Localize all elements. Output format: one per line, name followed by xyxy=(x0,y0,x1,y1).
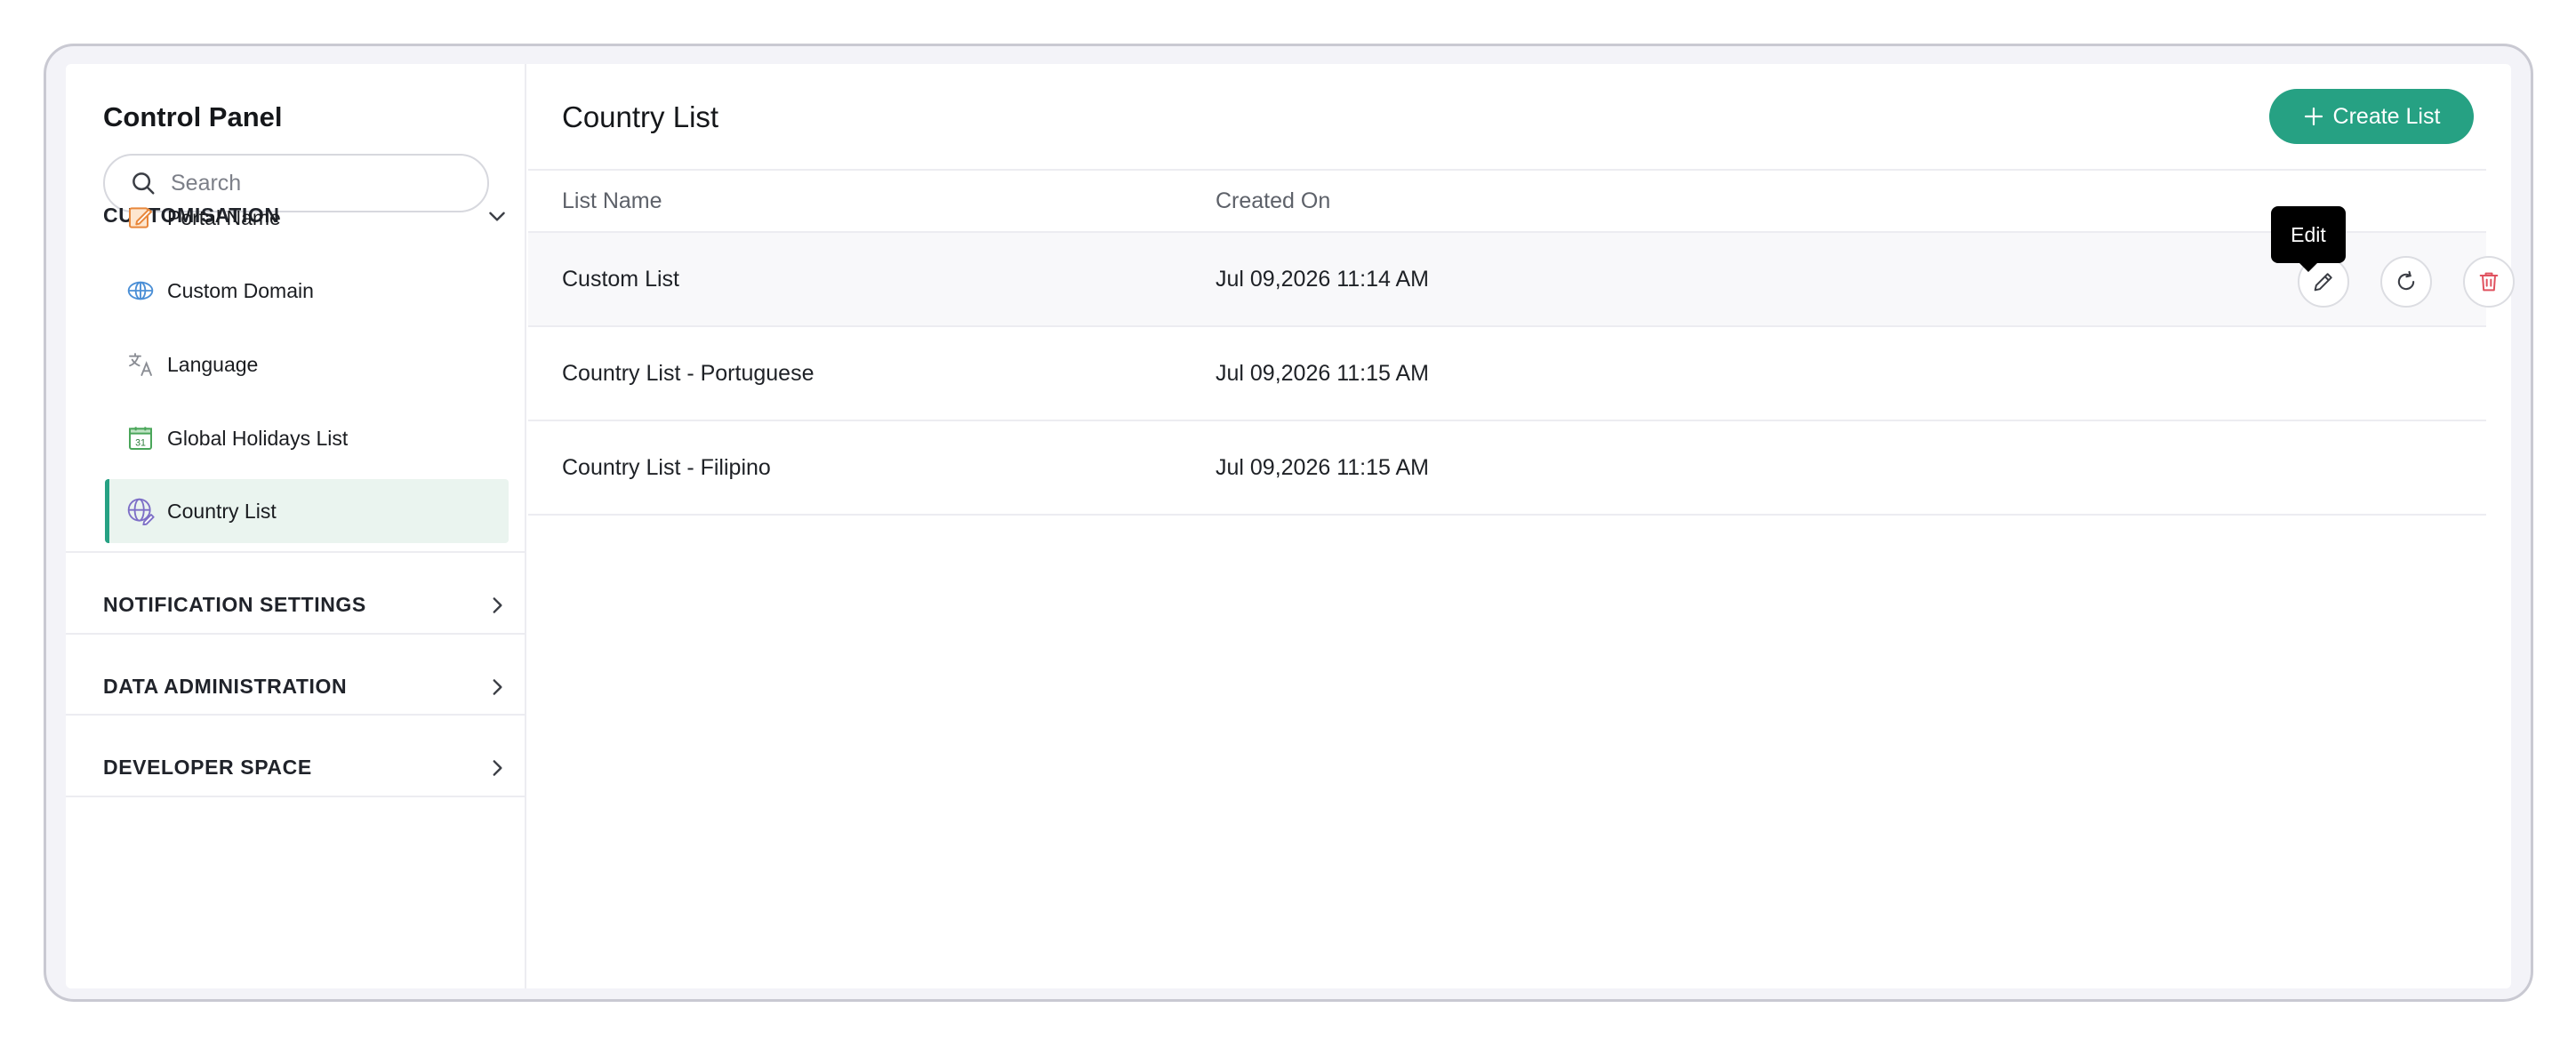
column-header-created-on: Created On xyxy=(1216,188,1331,213)
sidebar-divider xyxy=(66,633,525,635)
refresh-icon xyxy=(2397,270,2415,291)
edit-tooltip: Edit xyxy=(2271,206,2346,272)
sidebar-divider xyxy=(66,714,525,716)
sidebar-item-label: Language xyxy=(167,352,259,376)
table-row[interactable]: Custom List Jul 09,2026 11:14 AM xyxy=(528,233,2515,325)
globe-edit-icon xyxy=(126,497,155,525)
delete-button[interactable] xyxy=(2463,256,2515,308)
cell-list-name: Country List - Portuguese xyxy=(562,361,815,386)
section-label: NOTIFICATION SETTINGS xyxy=(103,593,366,616)
sidebar-divider xyxy=(66,796,525,797)
plus-icon xyxy=(2304,107,2323,126)
sidebar-divider xyxy=(66,551,525,553)
app-frame: Control Panel CUSTOMISATION Portal Name xyxy=(44,44,2533,1002)
column-header-list-name: List Name xyxy=(562,188,662,213)
cell-created-on: Jul 09,2026 11:14 AM xyxy=(1216,267,1429,292)
section-label: DEVELOPER SPACE xyxy=(103,756,312,779)
trash-icon xyxy=(2479,272,2499,292)
create-list-button[interactable]: Create List xyxy=(2269,89,2474,144)
sidebar-item-global-holidays-list[interactable]: 31 Global Holidays List xyxy=(105,406,509,470)
translate-icon xyxy=(126,350,155,379)
page-title: Country List xyxy=(562,100,719,133)
section-data-administration[interactable]: DATA ADMINISTRATION xyxy=(103,675,509,699)
row-divider xyxy=(528,514,2486,516)
table-row[interactable]: Country List - Filipino Jul 09,2026 11:1… xyxy=(528,421,2486,514)
pencil-icon xyxy=(2314,273,2332,292)
sidebar-item-label: Portal Name xyxy=(167,205,281,229)
sidebar-item-portal-name[interactable]: Portal Name xyxy=(105,186,509,250)
create-list-label: Create List xyxy=(2332,103,2441,129)
table-row[interactable]: Country List - Portuguese Jul 09,2026 11… xyxy=(528,327,2486,420)
main-content: Country List Create List List Name Creat… xyxy=(526,64,2515,988)
sidebar-item-label: Global Holidays List xyxy=(167,426,349,450)
section-label: DATA ADMINISTRATION xyxy=(103,675,348,698)
section-developer-space[interactable]: DEVELOPER SPACE xyxy=(103,756,509,780)
sidebar-title: Control Panel xyxy=(103,101,283,132)
sidebar-item-country-list[interactable]: Country List xyxy=(105,479,509,543)
calendar-badge: 31 xyxy=(135,438,146,449)
refresh-button[interactable] xyxy=(2380,256,2432,308)
chevron-right-icon xyxy=(493,678,502,695)
cell-created-on: Jul 09,2026 11:15 AM xyxy=(1216,361,1429,386)
calendar-icon: 31 xyxy=(126,424,155,452)
cell-created-on: Jul 09,2026 11:15 AM xyxy=(1216,455,1429,480)
header-divider xyxy=(528,169,2486,171)
sidebar-item-language[interactable]: Language xyxy=(105,332,509,396)
chevron-right-icon xyxy=(493,596,502,613)
sidebar: Control Panel CUSTOMISATION Portal Name xyxy=(66,64,526,988)
cell-list-name: Country List - Filipino xyxy=(562,455,771,480)
section-notification-settings[interactable]: NOTIFICATION SETTINGS xyxy=(103,593,509,617)
sidebar-item-custom-domain[interactable]: Custom Domain xyxy=(105,259,509,323)
chevron-right-icon xyxy=(493,759,502,776)
sidebar-item-label: Country List xyxy=(167,499,277,523)
control-panel: Control Panel CUSTOMISATION Portal Name xyxy=(66,64,2515,988)
cell-list-name: Custom List xyxy=(562,267,679,292)
globe-icon xyxy=(126,276,155,305)
edit-note-icon xyxy=(126,204,155,232)
sidebar-item-label: Custom Domain xyxy=(167,278,314,302)
